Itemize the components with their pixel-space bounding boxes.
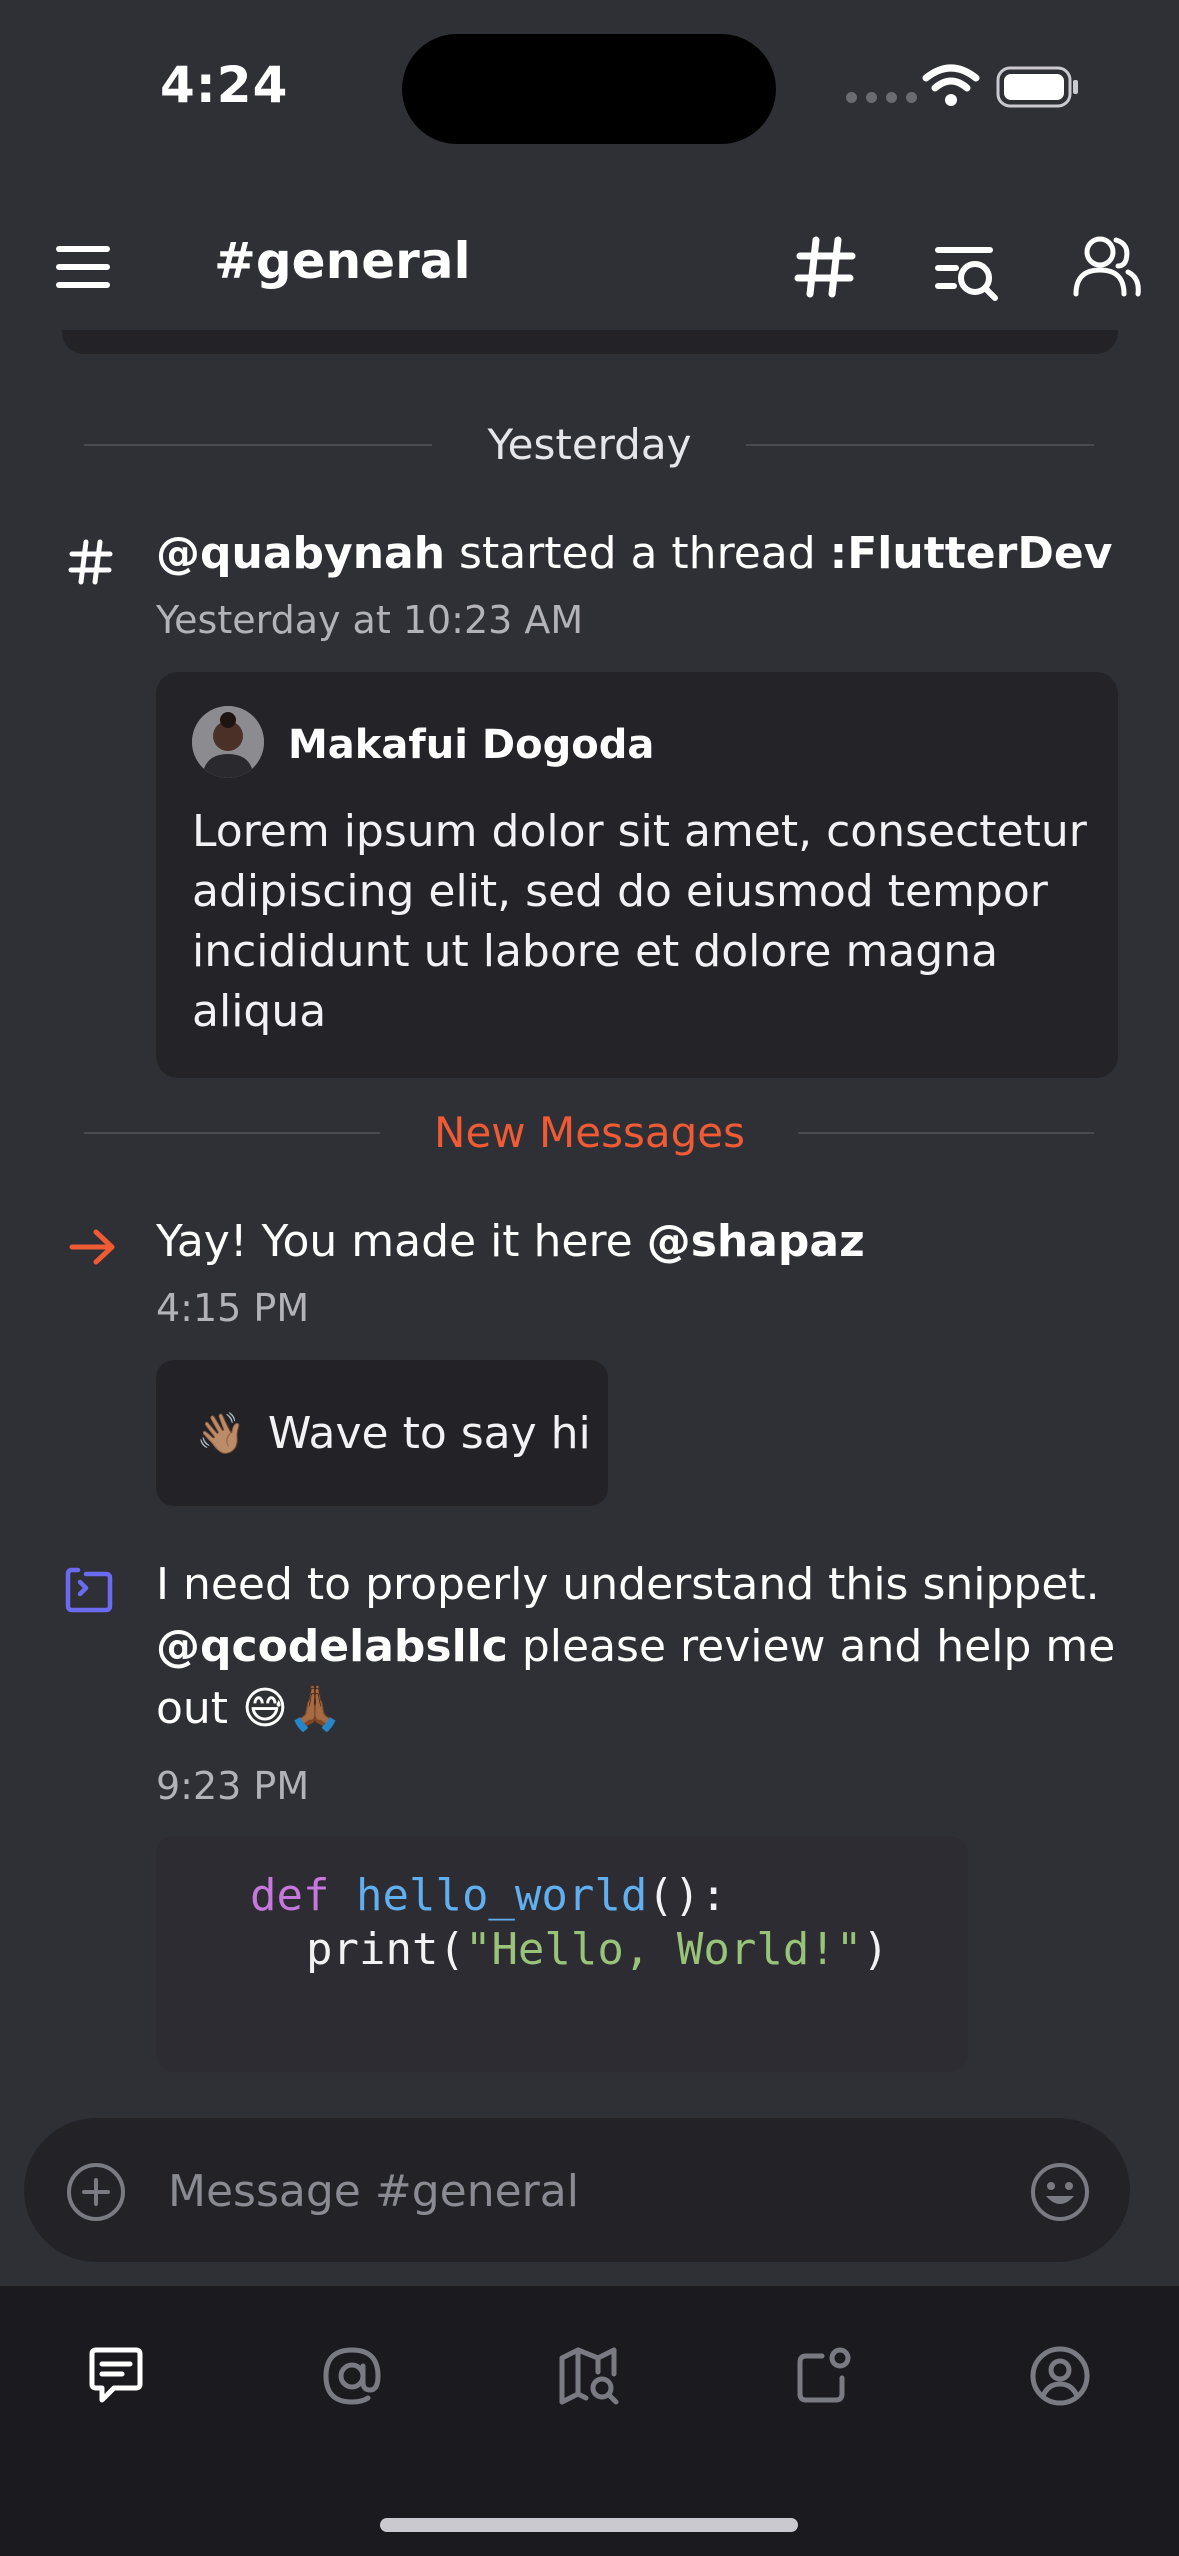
thread-message-text: @quabynah started a thread :FlutterDev bbox=[156, 528, 1113, 579]
tab-profile-icon[interactable] bbox=[1028, 2344, 1092, 2408]
dynamic-island bbox=[402, 34, 776, 144]
avatar bbox=[192, 706, 264, 778]
status-time: 4:24 bbox=[160, 56, 289, 114]
previous-message-card-edge bbox=[62, 330, 1118, 354]
cellular-signal-icon bbox=[846, 92, 917, 103]
tab-messages-icon[interactable] bbox=[84, 2344, 148, 2408]
welcome-message-text: Yay! You made it here @shapaz bbox=[156, 1216, 865, 1267]
quote-body: Lorem ipsum dolor sit amet, consectetur … bbox=[192, 806, 1087, 1037]
snippet-message-text: I need to properly understand this snipp… bbox=[156, 1559, 1116, 1734]
quote-author: Makafui Dogoda bbox=[288, 722, 655, 768]
wave-button[interactable]: 👋🏽 Wave to say hi bbox=[156, 1360, 608, 1506]
channel-hash-icon[interactable] bbox=[790, 232, 860, 302]
battery-icon bbox=[996, 66, 1078, 108]
members-icon[interactable] bbox=[1072, 232, 1142, 302]
wifi-icon bbox=[922, 64, 980, 106]
tab-activity-icon[interactable] bbox=[792, 2344, 856, 2408]
emoji-icon[interactable] bbox=[1028, 2160, 1092, 2224]
add-attachment-icon[interactable] bbox=[64, 2160, 128, 2224]
menu-icon[interactable] bbox=[54, 238, 114, 298]
user-mention[interactable]: @quabynah bbox=[156, 528, 445, 579]
arrow-right-icon bbox=[69, 1229, 115, 1265]
channel-title: #general bbox=[214, 232, 471, 290]
code-line: def hello_world(): bbox=[250, 1870, 727, 1921]
snippet-icon bbox=[65, 1567, 113, 1613]
user-mention[interactable]: @shapaz bbox=[647, 1216, 865, 1267]
date-divider-label: Yesterday bbox=[487, 420, 692, 469]
home-indicator bbox=[380, 2518, 798, 2532]
message-timestamp: 4:15 PM bbox=[156, 1286, 310, 1330]
thread-name[interactable]: :FlutterDev bbox=[830, 528, 1113, 579]
new-messages-divider-label: New Messages bbox=[434, 1108, 745, 1157]
search-messages-icon[interactable] bbox=[932, 236, 1002, 306]
tab-mentions-icon[interactable] bbox=[320, 2344, 384, 2408]
thread-hash-icon bbox=[68, 539, 113, 585]
message-input[interactable] bbox=[166, 2150, 970, 2232]
message-timestamp: Yesterday at 10:23 AM bbox=[156, 598, 584, 642]
user-mention[interactable]: @qcodelabsllc bbox=[156, 1621, 508, 1672]
bottom-tab-bar bbox=[0, 2286, 1179, 2556]
wave-icon: 👋🏽 bbox=[196, 1410, 246, 1457]
code-line: print("Hello, World!") bbox=[306, 1924, 889, 1975]
message-timestamp: 9:23 PM bbox=[156, 1764, 310, 1808]
tab-explore-map-icon[interactable] bbox=[556, 2344, 620, 2408]
wave-button-label: Wave to say hi bbox=[267, 1407, 591, 1459]
